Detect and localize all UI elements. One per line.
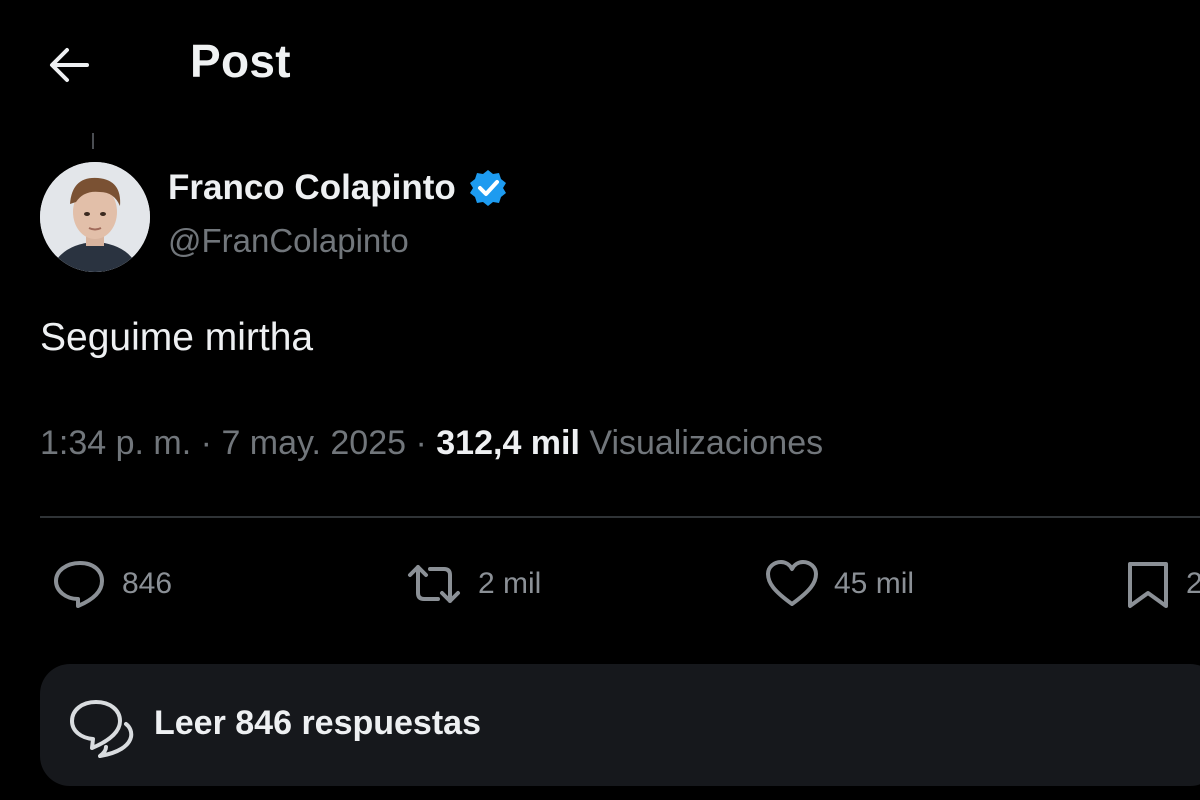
post-date[interactable]: 7 may. 2025 bbox=[221, 424, 406, 462]
read-replies-button[interactable]: Leer 846 respuestas bbox=[40, 664, 1200, 786]
meta-separator: · bbox=[415, 424, 427, 462]
post-meta: 1:34 p. m. · 7 may. 2025 · 312,4 mil Vis… bbox=[40, 424, 823, 463]
bookmark-count: 2 bbox=[1186, 567, 1200, 600]
repost-button[interactable]: 2 mil bbox=[404, 556, 541, 612]
avatar[interactable] bbox=[40, 162, 150, 272]
bookmark-icon bbox=[1128, 562, 1168, 608]
top-bar: Post bbox=[0, 0, 1200, 125]
avatar-image bbox=[40, 162, 150, 272]
meta-separator: · bbox=[200, 424, 212, 462]
author-handle[interactable]: @FranColapinto bbox=[168, 222, 409, 260]
post-time[interactable]: 1:34 p. m. bbox=[40, 424, 191, 462]
arrow-left-icon bbox=[50, 48, 89, 82]
bookmark-button[interactable]: 2 bbox=[1124, 556, 1200, 612]
verified-badge-icon bbox=[469, 170, 506, 206]
like-button[interactable]: 45 mil bbox=[764, 556, 914, 612]
post-text: Seguime mirtha bbox=[40, 316, 314, 359]
read-replies-label: Leer 846 respuestas bbox=[154, 704, 481, 742]
page-title: Post bbox=[190, 35, 291, 87]
author-display-name: Franco Colapinto bbox=[168, 168, 456, 207]
heart-icon bbox=[766, 560, 818, 606]
divider bbox=[40, 516, 1200, 518]
author-name[interactable]: Franco Colapinto bbox=[168, 168, 508, 208]
reply-count: 846 bbox=[122, 567, 173, 600]
reply-button[interactable]: 846 bbox=[52, 556, 172, 612]
conversation-icon bbox=[70, 700, 134, 758]
repost-icon bbox=[408, 565, 460, 603]
views-count[interactable]: 312,4 mil bbox=[436, 424, 580, 462]
reply-icon bbox=[54, 561, 104, 608]
views-label[interactable]: Visualizaciones bbox=[589, 424, 823, 462]
back-button[interactable] bbox=[44, 40, 94, 90]
repost-count: 2 mil bbox=[478, 567, 542, 600]
like-count: 45 mil bbox=[834, 567, 915, 600]
thread-connector bbox=[92, 133, 94, 149]
